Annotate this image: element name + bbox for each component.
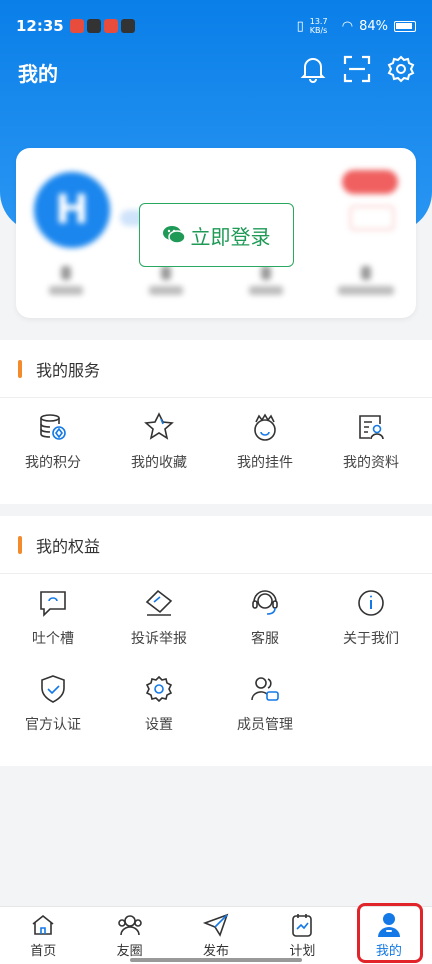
rights-label: 客服 xyxy=(251,631,279,647)
star-icon xyxy=(142,410,176,444)
tab-label: 计划 xyxy=(289,944,316,959)
app-notification-icon xyxy=(86,19,101,33)
tab-publish[interactable]: 发布 xyxy=(173,907,259,964)
status-time: 12:35 xyxy=(16,17,64,35)
rights-label: 设置 xyxy=(145,717,173,733)
home-icon xyxy=(30,912,56,938)
service-favorites[interactable]: 我的收藏 xyxy=(106,398,212,484)
pendant-icon xyxy=(248,410,282,444)
tab-home[interactable]: 首页 xyxy=(0,907,86,964)
rights-certify[interactable]: 官方认证 xyxy=(0,660,106,746)
headset-icon xyxy=(248,586,282,620)
bottom-tab-bar: 首页 友圈 发布 计划 我的 xyxy=(0,906,432,964)
login-label: 立即登录 xyxy=(190,224,271,249)
feedback-icon xyxy=(36,586,70,620)
tab-label: 首页 xyxy=(30,944,57,959)
rights-members[interactable]: 成员管理 xyxy=(212,660,318,746)
tab-mine[interactable]: 我的 xyxy=(346,907,432,964)
person-icon xyxy=(376,912,402,938)
service-points[interactable]: 我的积分 xyxy=(0,398,106,484)
services-section: 我的服务 我的积分 我的收藏 我的挂件 我的资料 xyxy=(0,340,432,504)
rights-feedback[interactable]: 吐个槽 xyxy=(0,574,106,660)
service-profile[interactable]: 我的资料 xyxy=(318,398,424,484)
plan-chart-icon xyxy=(289,912,315,938)
app-notification-icon xyxy=(120,19,135,33)
rights-label: 投诉举报 xyxy=(131,631,187,647)
report-icon xyxy=(142,586,176,620)
service-label: 我的积分 xyxy=(25,455,81,471)
blurred-badge xyxy=(342,170,398,194)
app-notification-icon xyxy=(103,19,118,33)
stat-item xyxy=(116,266,216,295)
app-notification-icon xyxy=(69,19,84,33)
rights-about[interactable]: 关于我们 xyxy=(318,574,424,660)
stat-item xyxy=(216,266,316,295)
blurred-button xyxy=(350,206,394,230)
shield-check-icon xyxy=(36,672,70,706)
battery-icon xyxy=(394,20,416,32)
home-indicator[interactable] xyxy=(130,958,302,962)
section-accent-bar xyxy=(18,535,22,554)
info-icon xyxy=(354,586,388,620)
paper-plane-icon xyxy=(203,912,229,938)
service-pendant[interactable]: 我的挂件 xyxy=(212,398,318,484)
page-title: 我的 xyxy=(18,62,58,86)
net-speed: 13.7 KB/s xyxy=(309,17,328,35)
vibrate-icon: ▯ xyxy=(296,18,304,34)
service-label: 我的挂件 xyxy=(237,455,293,471)
tab-label: 我的 xyxy=(375,944,402,959)
rights-label: 吐个槽 xyxy=(32,631,74,647)
wechat-icon xyxy=(162,224,185,246)
bell-icon[interactable] xyxy=(298,54,328,84)
section-title: 我的权益 xyxy=(36,536,101,556)
tab-friends[interactable]: 友圈 xyxy=(86,907,172,964)
section-title: 我的服务 xyxy=(36,360,101,380)
rights-label: 成员管理 xyxy=(237,717,293,733)
service-label: 我的资料 xyxy=(343,455,399,471)
friends-icon xyxy=(117,912,143,938)
gear-icon[interactable] xyxy=(386,54,416,84)
service-label: 我的收藏 xyxy=(131,455,187,471)
rights-label: 官方认证 xyxy=(25,717,81,733)
tab-plan[interactable]: 计划 xyxy=(259,907,345,964)
rights-section: 我的权益 吐个槽 投诉举报 客服 关于我们 官方认证 设置 成员管理 xyxy=(0,516,432,766)
section-accent-bar xyxy=(18,359,22,378)
points-icon xyxy=(36,410,70,444)
rights-settings[interactable]: 设置 xyxy=(106,660,212,746)
stat-item xyxy=(316,266,416,295)
wifi-icon: ◠ xyxy=(341,18,354,34)
blurred-stats xyxy=(16,266,416,295)
rights-label: 关于我们 xyxy=(343,631,399,647)
login-button[interactable]: 立即登录 xyxy=(139,203,294,267)
members-icon xyxy=(248,672,282,706)
profile-card-icon xyxy=(354,410,388,444)
notification-icons xyxy=(69,19,135,33)
status-bar: 12:35 ▯ 13.7 KB/s ◠ 84% xyxy=(0,0,432,52)
tab-label: 友圈 xyxy=(116,944,143,959)
rights-report[interactable]: 投诉举报 xyxy=(106,574,212,660)
stat-item xyxy=(16,266,116,295)
battery-percent: 84% xyxy=(359,18,388,34)
scan-icon[interactable] xyxy=(342,54,372,84)
gear-icon xyxy=(142,672,176,706)
tab-label: 发布 xyxy=(203,944,230,959)
avatar: H xyxy=(34,172,110,248)
rights-service[interactable]: 客服 xyxy=(212,574,318,660)
